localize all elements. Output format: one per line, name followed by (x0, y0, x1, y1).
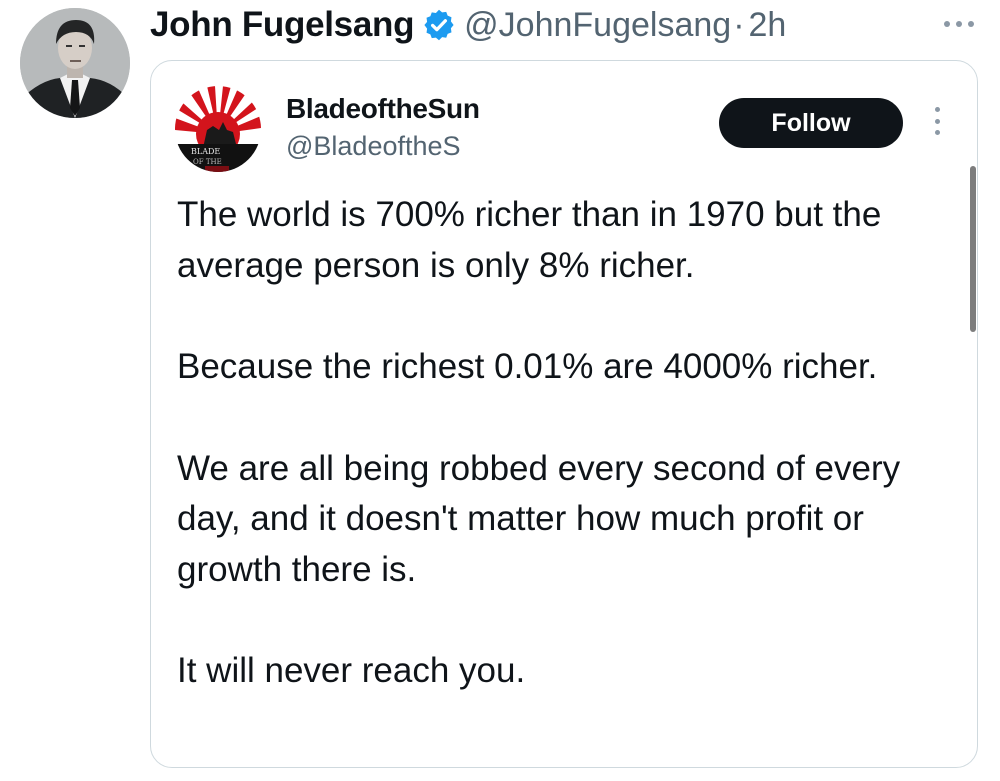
timestamp[interactable]: 2h (749, 6, 787, 45)
verified-badge-icon (422, 8, 456, 42)
more-horizontal-icon[interactable] (944, 12, 974, 36)
quoted-tweet-card[interactable]: BLADE OF THE BladeoftheSun @BladeoftheS … (150, 60, 978, 768)
quoted-author-handle[interactable]: @BladeoftheS (286, 131, 461, 162)
quoted-avatar[interactable]: BLADE OF THE (175, 86, 261, 172)
separator-dot: · (733, 5, 745, 44)
tweet-header: John Fugelsang @JohnFugelsang · 2h (150, 2, 786, 48)
scrollbar-thumb[interactable] (970, 166, 976, 332)
quoted-author-name[interactable]: BladeoftheSun (286, 93, 480, 125)
quoted-avatar-text-1: BLADE (191, 147, 220, 156)
author-name[interactable]: John Fugelsang (150, 5, 414, 45)
more-vertical-icon[interactable] (933, 107, 941, 135)
tweet-paragraph: Because the richest 0.01% are 4000% rich… (177, 347, 878, 386)
author-handle[interactable]: @JohnFugelsang (464, 6, 731, 45)
quoted-tweet-text: The world is 700% richer than in 1970 bu… (177, 190, 937, 697)
author-avatar[interactable] (20, 8, 130, 118)
tweet-paragraph: We are all being robbed every second of … (177, 448, 901, 589)
tweet-paragraph: The world is 700% richer than in 1970 bu… (177, 195, 882, 285)
follow-button[interactable]: Follow (719, 98, 903, 148)
tweet-paragraph: It will never reach you. (177, 651, 526, 690)
quoted-avatar-text-2: OF THE (193, 158, 222, 166)
